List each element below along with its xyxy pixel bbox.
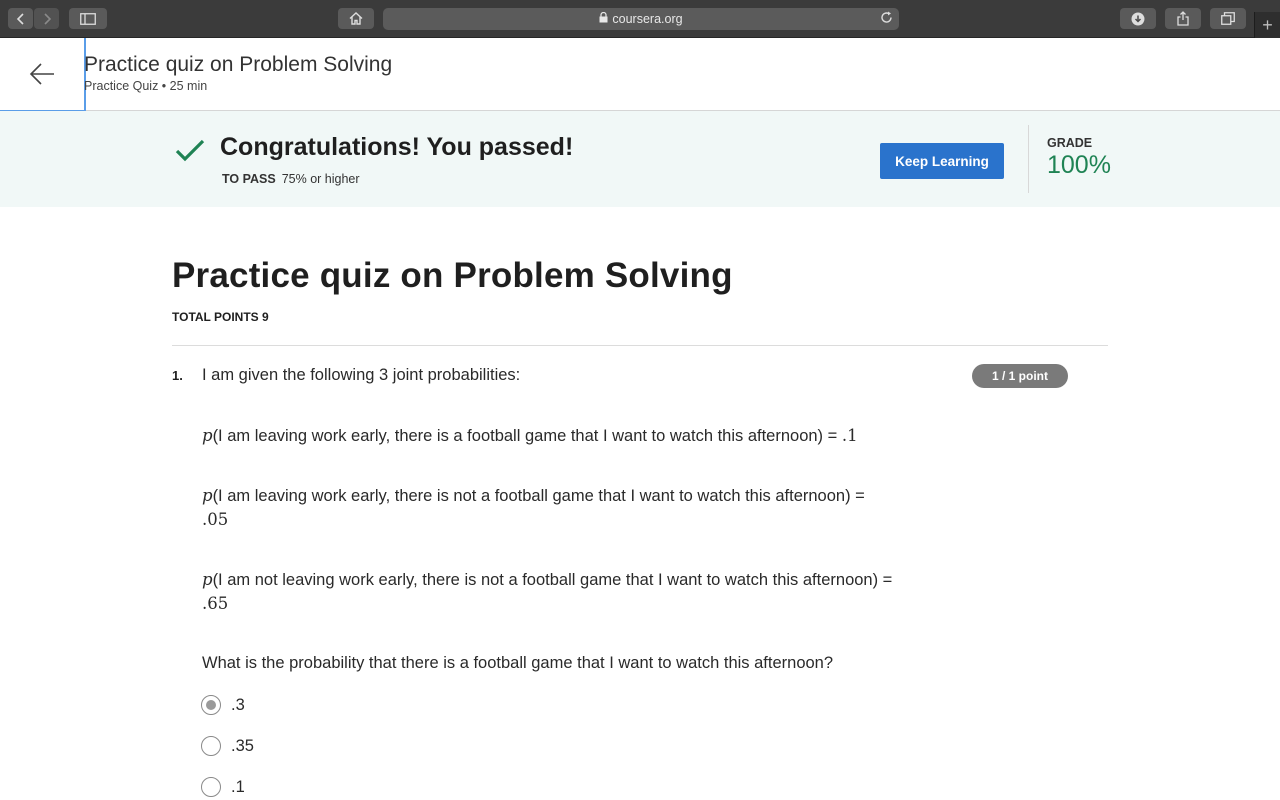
- p-symbol: p: [202, 486, 213, 505]
- radio-button[interactable]: [201, 777, 221, 797]
- question-number: 1.: [172, 368, 183, 383]
- probability-value: .05: [202, 510, 229, 529]
- share-icon[interactable]: [1165, 8, 1201, 29]
- probability-text: (I am leaving work early, there is a foo…: [212, 427, 842, 445]
- address-bar[interactable]: coursera.org: [383, 8, 899, 30]
- quiz-title: Practice quiz on Problem Solving: [172, 256, 733, 295]
- radio-button-selected[interactable]: [201, 695, 221, 715]
- back-arrow-icon: [29, 63, 54, 85]
- question-intro: I am given the following 3 joint probabi…: [202, 366, 521, 384]
- p-symbol: p: [202, 426, 213, 445]
- url-text: coursera.org: [612, 12, 683, 26]
- radio-button[interactable]: [201, 736, 221, 756]
- divider: [1028, 125, 1029, 193]
- answer-option[interactable]: .1: [201, 777, 245, 797]
- grade-value: 100%: [1047, 151, 1111, 179]
- radio-dot: [206, 700, 216, 710]
- to-pass-value: 75% or higher: [281, 172, 360, 186]
- answer-option[interactable]: .35: [201, 736, 254, 756]
- option-label: .1: [231, 777, 245, 796]
- back-button[interactable]: [0, 38, 86, 112]
- download-icon[interactable]: [1120, 8, 1156, 29]
- tabs-icon[interactable]: [1210, 8, 1246, 29]
- probability-statement: p(I am leaving work early, there is not …: [202, 484, 892, 532]
- total-points: TOTAL POINTS 9: [172, 310, 269, 324]
- lock-icon: [599, 11, 608, 26]
- grade-label: GRADE: [1047, 136, 1093, 150]
- forward-arrow-icon[interactable]: [34, 8, 59, 29]
- probability-value: .1: [841, 426, 858, 445]
- question-prompt: What is the probability that there is a …: [202, 654, 834, 672]
- page-header: Practice quiz on Problem Solving Practic…: [0, 38, 1280, 112]
- p-symbol: p: [202, 570, 213, 589]
- header-title: Practice quiz on Problem Solving: [84, 53, 393, 76]
- points-badge: 1 / 1 point: [972, 364, 1068, 388]
- divider: [172, 345, 1108, 346]
- new-tab-icon[interactable]: +: [1254, 12, 1280, 38]
- reload-icon[interactable]: [880, 11, 893, 27]
- pass-banner: Congratulations! You passed! TO PASS 75% …: [0, 111, 1280, 207]
- browser-toolbar: coursera.org +: [0, 0, 1280, 38]
- probability-statement: p(I am not leaving work early, there is …: [202, 568, 902, 616]
- keep-learning-button[interactable]: Keep Learning: [880, 143, 1004, 179]
- probability-value: .65: [202, 594, 229, 613]
- header-subtitle: Practice Quiz • 25 min: [84, 79, 208, 93]
- checkmark-icon: [174, 138, 206, 169]
- pass-message: Congratulations! You passed!: [220, 133, 574, 161]
- probability-text: (I am not leaving work early, there is n…: [212, 571, 893, 589]
- option-label: .35: [231, 736, 254, 755]
- probability-statement: p(I am leaving work early, there is a fo…: [202, 424, 902, 448]
- to-pass-label: TO PASS: [222, 172, 276, 186]
- probability-text: (I am leaving work early, there is not a…: [212, 487, 865, 505]
- home-icon[interactable]: [338, 8, 374, 29]
- back-arrow-icon[interactable]: [8, 8, 33, 29]
- pass-requirement: TO PASS 75% or higher: [222, 172, 360, 186]
- option-label: .3: [231, 695, 245, 714]
- answer-option[interactable]: .3: [201, 695, 245, 715]
- sidebar-icon[interactable]: [69, 8, 107, 29]
